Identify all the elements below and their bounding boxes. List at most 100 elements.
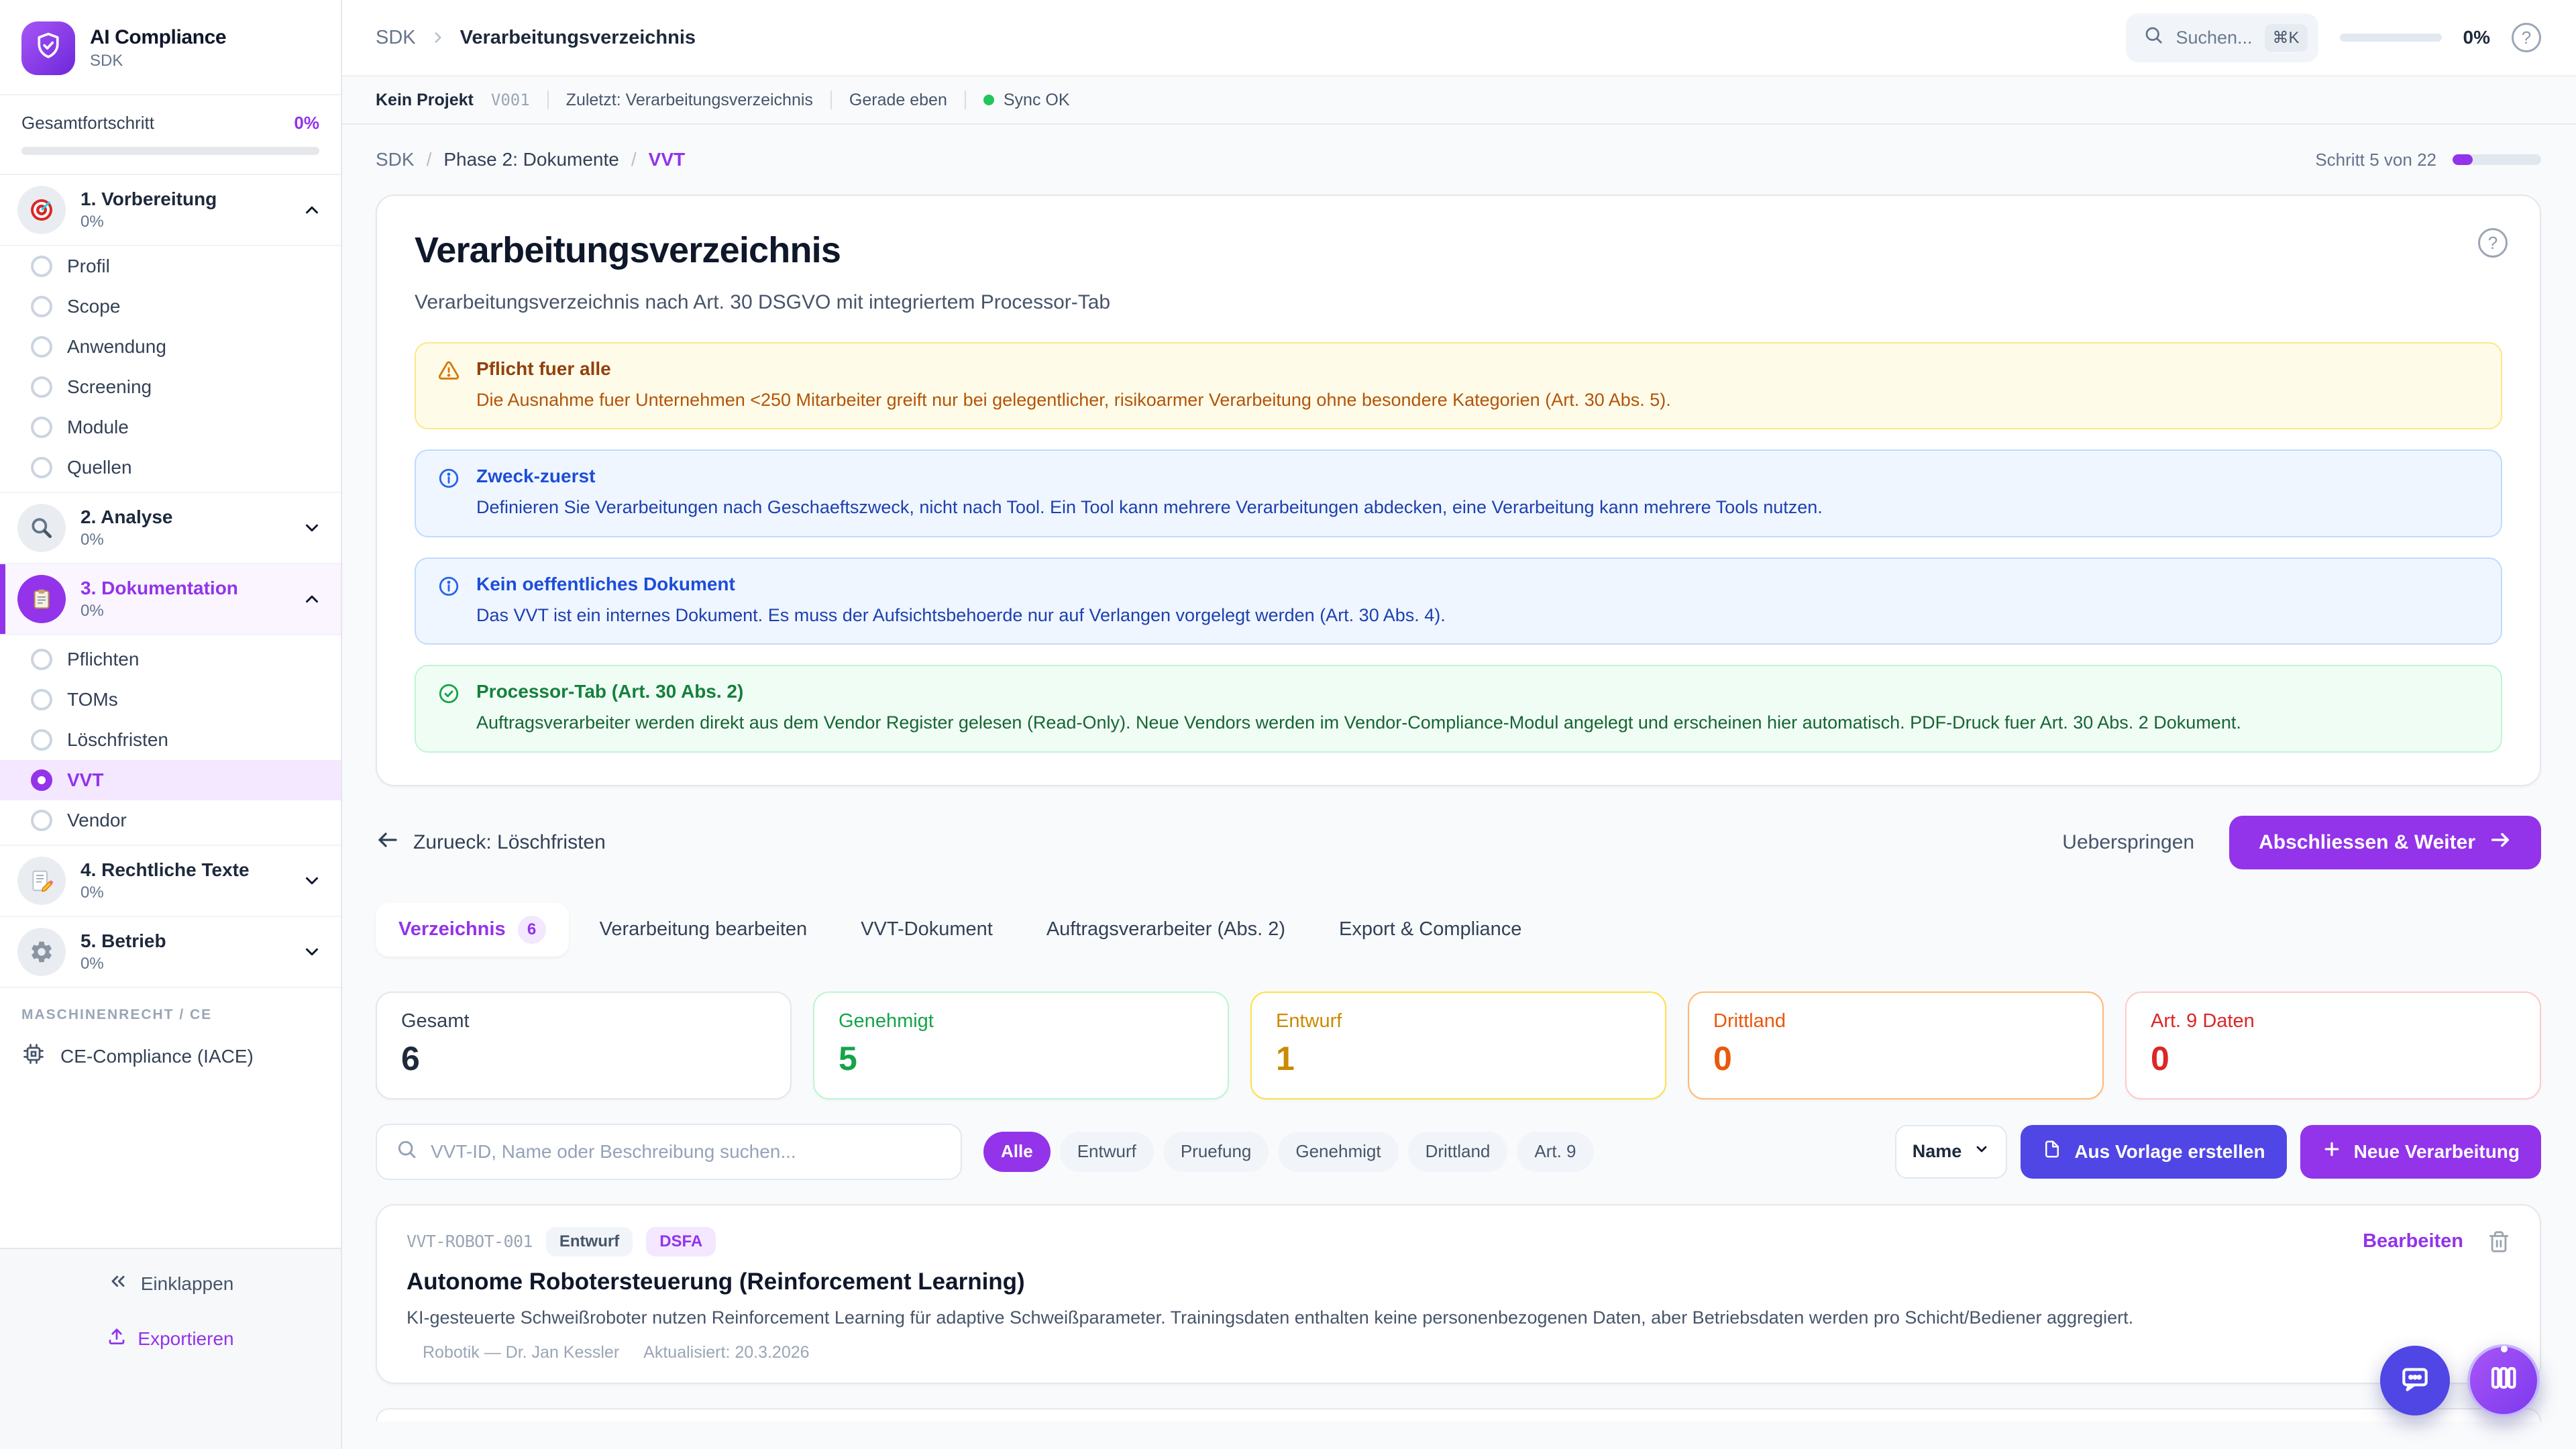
kbd-shortcut: ⌘K: [2265, 24, 2308, 52]
sidebar-item-ce-compliance[interactable]: CE-Compliance (IACE): [0, 1031, 341, 1087]
wizard-breadcrumb: SDK / Phase 2: Dokumente / VVT Schritt 5…: [376, 125, 2541, 195]
collapse-sidebar-button[interactable]: Einklappen: [0, 1271, 341, 1297]
last-saved-time: Gerade eben: [849, 91, 947, 110]
chevron-down-icon[interactable]: [302, 871, 322, 891]
chip-art9[interactable]: Art. 9: [1517, 1132, 1593, 1172]
sync-ok-dot: [983, 95, 994, 105]
tab-verzeichnis[interactable]: Verzeichnis 6: [376, 903, 569, 957]
chip-genehmigt[interactable]: Genehmigt: [1278, 1132, 1398, 1172]
step-progress-bar: [2453, 154, 2541, 165]
sidebar-item-pflichten[interactable]: Pflichten: [0, 635, 341, 680]
tab-auftragsverarbeiter[interactable]: Auftragsverarbeiter (Abs. 2): [1024, 903, 1308, 957]
chip-pruefung[interactable]: Pruefung: [1163, 1132, 1269, 1172]
sidebar-phase-rechtliche-texte[interactable]: 4. Rechtliche Texte 0%: [0, 845, 341, 917]
edit-button[interactable]: Bearbeiten: [2363, 1230, 2463, 1252]
entry-description: KI-gesteuerte Schweißroboter nutzen Rein…: [407, 1307, 2510, 1328]
export-button[interactable]: Exportieren: [0, 1326, 341, 1351]
entry-title: Autonome Robotersteuerung (Reinforcement…: [407, 1269, 2510, 1295]
next-entry-card-peek: [376, 1408, 2541, 1421]
radio-icon: [31, 649, 52, 670]
alert-zweck: Zweck-zuerst Definieren Sie Verarbeitung…: [415, 449, 2502, 537]
create-from-template-button[interactable]: Aus Vorlage erstellen: [2021, 1125, 2286, 1179]
last-visited: Zuletzt: Verarbeitungsverzeichnis: [566, 91, 813, 110]
app-logo: [21, 21, 75, 75]
main-area: SDK Verarbeitungsverzeichnis Suchen... ⌘…: [342, 0, 2576, 1449]
breadcrumb: SDK Verarbeitungsverzeichnis: [376, 27, 696, 49]
plus-icon: [2322, 1139, 2342, 1164]
sidebar-item-anwendung[interactable]: Anwendung: [0, 327, 341, 367]
board-fab[interactable]: [2467, 1344, 2540, 1417]
topbar-progress-value: 0%: [2463, 27, 2490, 48]
breadcrumb-root[interactable]: SDK: [376, 27, 416, 49]
sidebar-phase-analyse[interactable]: 2. Analyse 0%: [0, 492, 341, 564]
gear-icon: [17, 928, 66, 976]
sidebar-phase-betrieb[interactable]: 5. Betrieb 0%: [0, 917, 341, 988]
sidebar-item-module[interactable]: Module: [0, 407, 341, 447]
stat-genehmigt: Genehmigt 5: [813, 991, 1229, 1099]
chevron-up-icon[interactable]: [302, 589, 322, 609]
tab-export-compliance[interactable]: Export & Compliance: [1316, 903, 1544, 957]
filter-row: VVT-ID, Name oder Beschreibung suchen...…: [376, 1124, 2541, 1180]
wizard-breadcrumb-root[interactable]: SDK: [376, 149, 415, 170]
check-circle-icon: [437, 682, 460, 735]
chevron-right-icon: [429, 29, 447, 46]
trash-icon[interactable]: [2487, 1230, 2510, 1253]
sidebar-phase-dokumentation[interactable]: 3. Dokumentation 0%: [0, 564, 341, 635]
info-icon: [437, 575, 460, 627]
radio-icon: [31, 336, 52, 358]
radio-icon: [31, 689, 52, 710]
help-icon[interactable]: ?: [2512, 23, 2541, 52]
tab-verarbeitung-bearbeiten[interactable]: Verarbeitung bearbeiten: [577, 903, 830, 957]
new-processing-button[interactable]: Neue Verarbeitung: [2300, 1125, 2541, 1179]
page-content: SDK / Phase 2: Dokumente / VVT Schritt 5…: [342, 125, 2576, 1449]
chevron-down-icon[interactable]: [302, 518, 322, 538]
vvt-entry-card[interactable]: VVT-ROBOT-001 Entwurf DSFA Bearbeiten Au…: [376, 1204, 2541, 1384]
sidebar-item-scope[interactable]: Scope: [0, 286, 341, 327]
global-search[interactable]: Suchen... ⌘K: [2126, 13, 2318, 62]
finish-next-button[interactable]: Abschliessen & Weiter: [2229, 816, 2541, 869]
tab-vvt-dokument[interactable]: VVT-Dokument: [838, 903, 1016, 957]
back-button[interactable]: Zurueck: Löschfristen: [376, 828, 606, 857]
double-chevron-left-icon: [107, 1271, 129, 1297]
dsfa-badge: DSFA: [646, 1227, 716, 1256]
vvt-search-placeholder: VVT-ID, Name oder Beschreibung suchen...: [431, 1141, 796, 1163]
chip-alle[interactable]: Alle: [983, 1132, 1051, 1172]
chevron-up-icon[interactable]: [302, 200, 322, 220]
overall-progress-value: 0%: [294, 113, 319, 133]
chevron-down-icon[interactable]: [302, 942, 322, 962]
shield-check-icon: [34, 31, 63, 66]
floating-buttons: [2380, 1344, 2540, 1417]
help-icon[interactable]: ?: [2478, 228, 2508, 258]
radio-icon: [31, 417, 52, 438]
status-bar: Kein Projekt V001 Zuletzt: Verarbeitungs…: [342, 75, 2576, 125]
sidebar-item-screening[interactable]: Screening: [0, 367, 341, 407]
sidebar-item-vendor[interactable]: Vendor: [0, 800, 341, 845]
radio-selected-icon: [31, 769, 52, 791]
skip-button[interactable]: Ueberspringen: [2062, 831, 2194, 854]
chevron-down-icon: [1974, 1141, 1990, 1162]
overall-progress-bar: [21, 147, 319, 155]
sync-status: Sync OK: [983, 91, 1070, 110]
sidebar-group-label: MASCHINENRECHT / CE: [0, 988, 341, 1031]
upload-icon: [107, 1326, 127, 1351]
sidebar-item-profil[interactable]: Profil: [0, 246, 341, 286]
sort-select[interactable]: Name: [1895, 1125, 2008, 1179]
chat-fab[interactable]: [2380, 1346, 2450, 1415]
sidebar-nav: 1. Vorbereitung 0% Profil Scope Anwendun…: [0, 175, 341, 1248]
sidebar-phase-vorbereitung[interactable]: 1. Vorbereitung 0%: [0, 175, 341, 246]
sidebar-item-toms[interactable]: TOMs: [0, 680, 341, 720]
sidebar-item-vvt[interactable]: VVT: [0, 760, 341, 800]
chip-icon: [21, 1042, 46, 1071]
radio-icon: [31, 256, 52, 277]
vvt-search-input[interactable]: VVT-ID, Name oder Beschreibung suchen...: [376, 1124, 962, 1180]
alerts: Pflicht fuer alle Die Ausnahme fuer Unte…: [415, 342, 2502, 753]
wizard-breadcrumb-current: VVT: [649, 149, 685, 170]
chip-drittland[interactable]: Drittland: [1408, 1132, 1508, 1172]
global-search-placeholder: Suchen...: [2176, 28, 2252, 48]
tab-bar: Verzeichnis 6 Verarbeitung bearbeiten VV…: [376, 903, 2541, 957]
sidebar-item-loeschfristen[interactable]: Löschfristen: [0, 720, 341, 760]
chip-entwurf[interactable]: Entwurf: [1060, 1132, 1154, 1172]
step-indicator: Schritt 5 von 22: [2315, 150, 2436, 170]
sidebar-item-quellen[interactable]: Quellen: [0, 447, 341, 492]
wizard-breadcrumb-phase[interactable]: Phase 2: Dokumente: [443, 149, 619, 170]
